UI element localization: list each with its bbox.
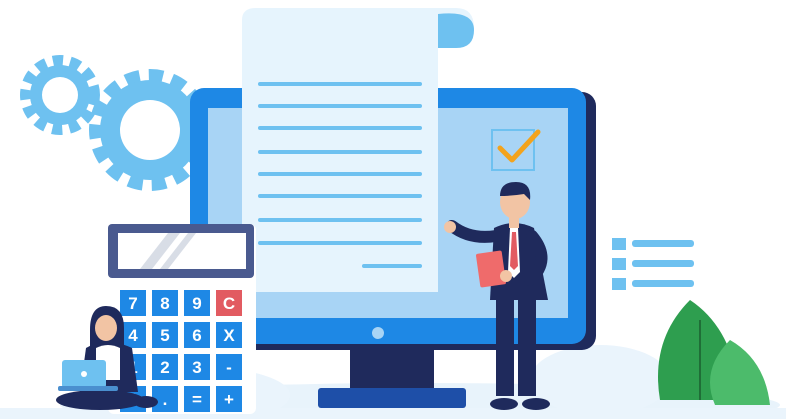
gear-icon bbox=[89, 69, 211, 191]
calculator-key: 6 bbox=[184, 322, 210, 348]
plant-icon bbox=[658, 300, 770, 405]
calculator-key: 3 bbox=[184, 354, 210, 380]
calculator-key: = bbox=[184, 386, 210, 412]
accounting-illustration: 789C456X123-0.=+ bbox=[0, 0, 786, 419]
calculator-key-label: 5 bbox=[160, 326, 169, 345]
calculator-key-label: 2 bbox=[160, 358, 169, 377]
calculator-key-label: 8 bbox=[160, 294, 169, 313]
calculator-key-label: X bbox=[223, 326, 235, 345]
calculator-key: 5 bbox=[152, 322, 178, 348]
calculator-key: X bbox=[216, 322, 242, 348]
calculator-key-label: C bbox=[223, 294, 235, 313]
calculator-key: 9 bbox=[184, 290, 210, 316]
calculator-key-label: + bbox=[224, 390, 234, 409]
calculator-key-label: 7 bbox=[128, 294, 137, 313]
calculator-key: 2 bbox=[152, 354, 178, 380]
calculator-key-label: 3 bbox=[192, 358, 201, 377]
calculator-key-label: 4 bbox=[128, 326, 138, 345]
calculator-key: C bbox=[216, 290, 242, 316]
calculator-key-label: 9 bbox=[192, 294, 201, 313]
calculator-key: 7 bbox=[120, 290, 146, 316]
scene: 789C456X123-0.=+ bbox=[0, 8, 786, 419]
calculator-key: 8 bbox=[152, 290, 178, 316]
calculator-key-label: = bbox=[192, 390, 202, 409]
calculator-key-label: . bbox=[163, 390, 168, 409]
list-icon bbox=[612, 238, 694, 290]
calculator-key-label: - bbox=[226, 358, 232, 377]
calculator-key-label: 6 bbox=[192, 326, 201, 345]
gear-icon bbox=[20, 55, 100, 135]
calculator-key: + bbox=[216, 386, 242, 412]
calculator-key: - bbox=[216, 354, 242, 380]
